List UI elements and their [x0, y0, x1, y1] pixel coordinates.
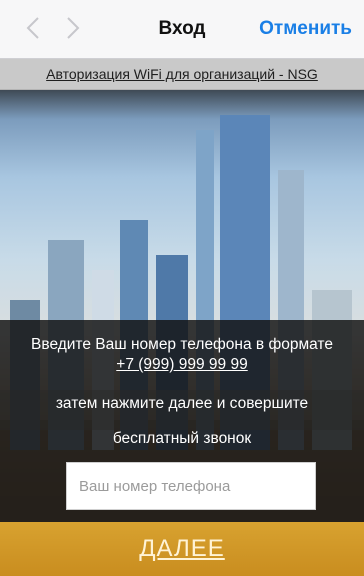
phone-number-input[interactable]: [66, 462, 316, 510]
phone-format-example: +7 (999) 999 99 99: [116, 356, 248, 373]
instruction-text: Введите Ваш номер телефона в формате: [31, 336, 333, 353]
wifi-auth-banner: Авторизация WiFi для организаций - NSG: [0, 59, 364, 90]
next-button[interactable]: ДАЛЕЕ: [0, 522, 364, 576]
instruction-text-2: затем нажмите далее и совершите: [55, 395, 309, 412]
instruction-text-3: бесплатный звонок: [112, 430, 252, 447]
next-button-label: ДАЛЕЕ: [139, 535, 225, 562]
wifi-auth-link[interactable]: Авторизация WiFi для организаций - NSG: [46, 66, 318, 82]
navigation-bar: Вход Отменить: [0, 0, 364, 59]
cancel-button[interactable]: Отменить: [259, 18, 352, 40]
